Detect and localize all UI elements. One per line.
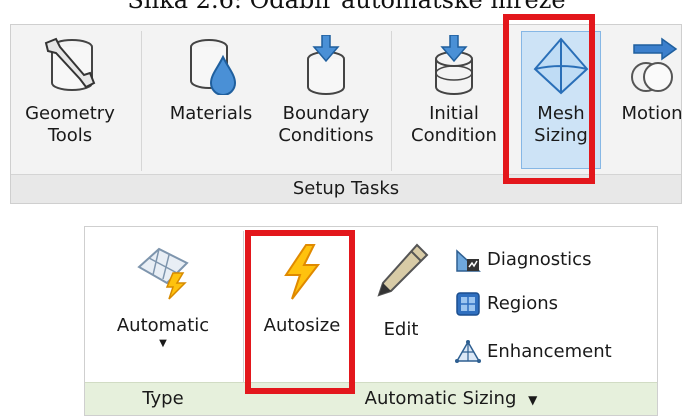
edit-button[interactable]: Edit: [361, 227, 441, 383]
diagnostics-icon: [456, 249, 481, 272]
autosize-button[interactable]: Autosize: [251, 227, 353, 383]
geometry-tools-label-1: Geometry: [25, 103, 115, 124]
mesh-ribbon: Automatic ▼ Autosize Edit Diagnostics Re…: [84, 226, 658, 416]
arrow-into-cylinder-icon: [307, 35, 345, 95]
water-drop-cylinder-icon: [190, 39, 237, 95]
motion-label: Motion: [621, 103, 683, 124]
enhancement-label: Enhancement: [487, 341, 612, 362]
initial-conditions-label-1: Initial: [429, 103, 479, 124]
automatic-label: Automatic: [116, 315, 210, 336]
type-group-label: Type: [142, 388, 184, 409]
boundary-conditions-label-1: Boundary: [282, 103, 370, 124]
regions-label: Regions: [487, 293, 558, 314]
geometry-tools-button[interactable]: Geometry Tools: [11, 25, 129, 175]
autosize-label: Autosize: [263, 315, 341, 336]
automatic-type-button[interactable]: Automatic ▼: [85, 227, 241, 383]
automatic-sizing-dropdown-icon[interactable]: ▼: [528, 393, 537, 407]
automatic-sizing-group-label: Automatic Sizing: [364, 388, 517, 409]
pencil-icon: [377, 243, 429, 297]
boundary-conditions-label-2: Conditions: [278, 125, 374, 146]
materials-label: Materials: [169, 103, 253, 124]
figure-caption: Slika 2.6: Odabir automatske mreže: [127, 0, 566, 14]
setup-tasks-group-label: Setup Tasks: [11, 174, 681, 203]
regions-icon: [456, 292, 480, 316]
initial-conditions-label-2: Condition: [411, 125, 497, 146]
mesh-diamond-icon: [533, 37, 589, 95]
mesh-sizing-button[interactable]: Mesh Sizing: [521, 25, 601, 175]
setup-tasks-ribbon: Geometry Tools Materials Boundary Condit…: [10, 24, 683, 204]
mesh-sizing-label-2: Sizing: [534, 125, 588, 146]
initial-conditions-button[interactable]: Initial Condition: [395, 25, 513, 175]
automatic-mesh-icon: [137, 247, 189, 300]
automatic-dropdown-icon[interactable]: ▼: [85, 337, 241, 351]
mesh-ribbon-footer: Type Automatic Sizing ▼: [85, 382, 657, 415]
diagnostics-label: Diagnostics: [487, 249, 592, 270]
geometry-tools-label-2: Tools: [47, 125, 93, 146]
materials-button[interactable]: Materials: [159, 25, 263, 175]
edit-label: Edit: [383, 319, 419, 340]
boundary-conditions-button[interactable]: Boundary Conditions: [267, 25, 385, 175]
enhancement-icon: [455, 340, 481, 363]
arrow-into-cylinder-outline-icon: [435, 35, 473, 95]
ribbon-separator: [141, 31, 142, 171]
motion-button[interactable]: Motion: [609, 25, 683, 175]
motion-arrow-icon: [631, 37, 678, 92]
automatic-sizing-group[interactable]: Automatic Sizing ▼: [245, 383, 657, 415]
mesh-sizing-label-1: Mesh: [537, 103, 585, 124]
wrench-cylinder-icon: [44, 37, 96, 91]
ribbon-separator: [391, 31, 392, 171]
lightning-bolt-icon: [284, 244, 321, 300]
